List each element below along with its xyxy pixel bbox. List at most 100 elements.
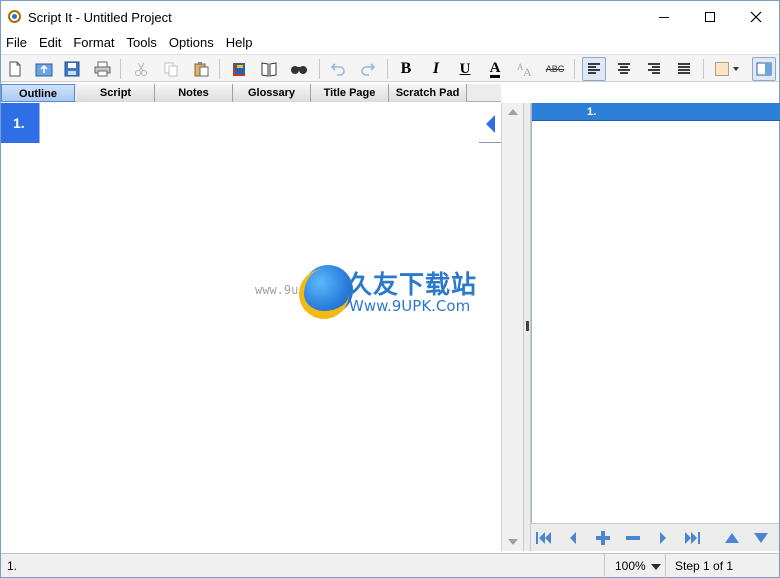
collapse-left-icon[interactable] <box>486 115 495 133</box>
align-left-button[interactable] <box>582 57 606 81</box>
book-open-button[interactable] <box>257 57 281 81</box>
align-center-icon <box>618 63 630 74</box>
move-up-button[interactable] <box>721 528 743 548</box>
minus-icon <box>626 536 640 540</box>
tab-glossary[interactable]: Glossary <box>233 84 311 102</box>
italic-icon: I <box>432 60 440 77</box>
next-step-button[interactable] <box>652 528 674 548</box>
book-color-button[interactable] <box>227 57 251 81</box>
plus-icon <box>596 531 610 545</box>
paste-button[interactable] <box>189 57 213 81</box>
tab-notes[interactable]: Notes <box>155 84 233 102</box>
align-right-button[interactable] <box>642 57 666 81</box>
tab-bar: Outline Script Notes Glossary Title Page… <box>1 84 501 102</box>
menu-format[interactable]: Format <box>67 33 120 53</box>
outline-row-number[interactable]: 1. <box>1 103 39 143</box>
minimize-button[interactable] <box>641 1 687 33</box>
menu-tools[interactable]: Tools <box>121 33 163 53</box>
paste-icon <box>194 62 209 77</box>
window-title: Script It - Untitled Project <box>28 10 172 25</box>
next-icon <box>660 532 666 544</box>
find-button[interactable] <box>287 57 311 81</box>
watermark-logo: www.9u 久友下载站 Www.9UPK.Com <box>255 251 501 331</box>
close-icon <box>750 11 762 23</box>
print-icon <box>94 61 110 77</box>
tab-scratch-pad[interactable]: Scratch Pad <box>389 84 467 102</box>
minimize-icon <box>659 16 669 18</box>
find-icon <box>291 66 307 74</box>
scene-list-pane: 1. <box>531 103 780 523</box>
tab-script[interactable]: Script <box>77 84 155 102</box>
triangle-down-icon <box>754 533 768 543</box>
scroll-down-icon[interactable] <box>508 539 518 545</box>
font-size-icon: AA <box>517 62 532 77</box>
menu-edit[interactable]: Edit <box>33 33 67 53</box>
outline-row: 1. <box>1 103 501 143</box>
bold-button[interactable]: B <box>394 57 418 81</box>
scroll-up-icon[interactable] <box>508 109 518 115</box>
maximize-button[interactable] <box>687 1 733 33</box>
status-current-item: 1. <box>7 559 18 573</box>
align-center-button[interactable] <box>612 57 636 81</box>
save-button[interactable] <box>60 57 84 81</box>
undo-button[interactable] <box>326 57 350 81</box>
align-left-icon <box>588 63 600 74</box>
open-file-button[interactable] <box>32 57 56 81</box>
menu-help[interactable]: Help <box>220 33 259 53</box>
remove-step-button[interactable] <box>622 528 644 548</box>
pane-splitter[interactable] <box>523 103 531 551</box>
watermark-prefix: www.9u <box>255 283 299 297</box>
open-file-icon <box>35 63 53 77</box>
zoom-dropdown[interactable]: 100% <box>604 554 664 578</box>
italic-button[interactable]: I <box>424 57 448 81</box>
close-button[interactable] <box>733 1 779 33</box>
bold-icon: B <box>400 60 412 77</box>
step-indicator: Step 1 of 1 <box>665 554 779 578</box>
font-size-button[interactable]: AA <box>513 57 537 81</box>
cut-button[interactable] <box>129 57 153 81</box>
outline-scrollbar[interactable] <box>501 103 523 551</box>
menu-options[interactable]: Options <box>163 33 220 53</box>
watermark-crescent-icon <box>299 269 349 319</box>
navigation-bar <box>531 523 779 551</box>
menu-bar: File Edit Format Tools Options Help <box>1 33 779 53</box>
maximize-icon <box>705 12 715 22</box>
title-bar: Script It - Untitled Project <box>1 1 779 33</box>
first-step-button[interactable] <box>533 528 555 548</box>
book-open-icon <box>261 62 277 77</box>
highlight-color-button[interactable] <box>711 57 743 81</box>
toggle-pane-icon <box>756 62 772 76</box>
undo-icon <box>330 63 345 76</box>
zoom-value: 100% <box>615 559 646 573</box>
print-button[interactable] <box>90 57 114 81</box>
cut-icon <box>135 62 147 76</box>
font-color-button[interactable]: A <box>483 57 507 81</box>
align-justify-icon <box>678 63 690 74</box>
tab-outline[interactable]: Outline <box>1 84 75 102</box>
spell-check-icon: ABC <box>545 64 565 74</box>
new-file-button[interactable] <box>3 57 27 81</box>
add-step-button[interactable] <box>592 528 614 548</box>
watermark-title: 久友下载站 <box>347 270 478 299</box>
tab-title-page[interactable]: Title Page <box>311 84 389 102</box>
last-icon <box>685 532 700 544</box>
toggle-pane-button[interactable] <box>752 57 776 81</box>
copy-button[interactable] <box>159 57 183 81</box>
splitter-grip-icon[interactable] <box>526 321 529 331</box>
highlight-color-icon <box>715 62 729 76</box>
status-bar: 1. 100% Step 1 of 1 <box>1 553 779 578</box>
watermark-subtitle: Www.9UPK.Com <box>349 297 471 315</box>
align-justify-button[interactable] <box>672 57 696 81</box>
toolbar: B I U A AA ABC <box>1 54 779 82</box>
chevron-down-icon <box>733 67 739 71</box>
redo-button[interactable] <box>356 57 380 81</box>
last-step-button[interactable] <box>681 528 703 548</box>
underline-button[interactable]: U <box>453 57 477 81</box>
move-down-button[interactable] <box>750 528 772 548</box>
spell-check-button[interactable]: ABC <box>543 57 567 81</box>
svg-text:A: A <box>523 65 532 77</box>
menu-file[interactable]: File <box>1 33 33 53</box>
outline-row-text-input[interactable] <box>39 103 479 143</box>
previous-step-button[interactable] <box>562 528 584 548</box>
scene-list-item[interactable]: 1. <box>532 103 780 121</box>
